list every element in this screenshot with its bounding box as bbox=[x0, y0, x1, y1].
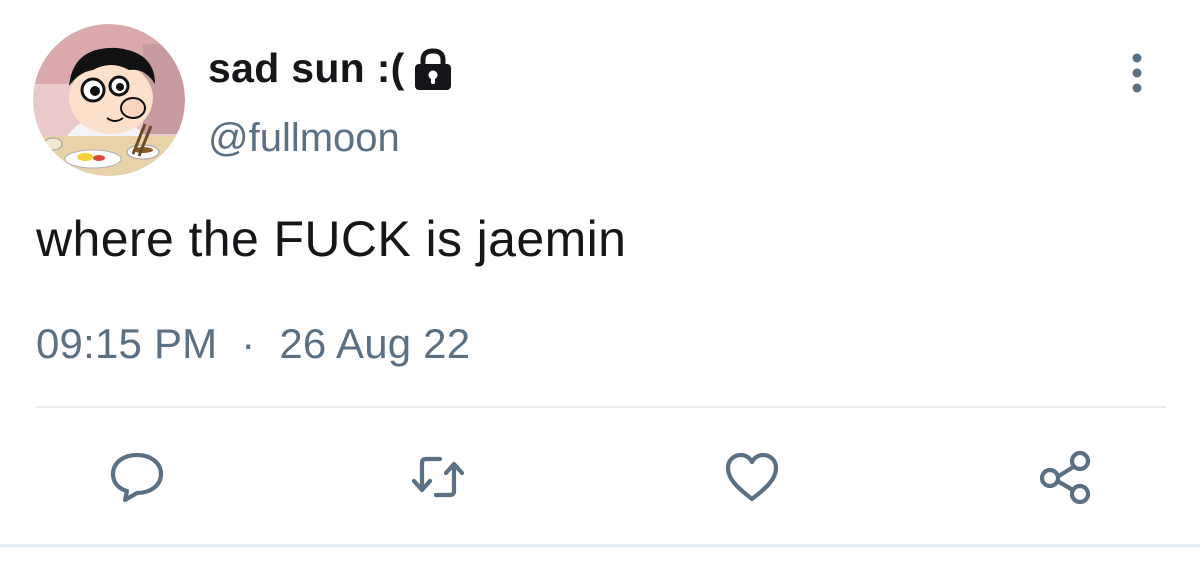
retweet-arrows-icon bbox=[408, 449, 468, 505]
avatar[interactable] bbox=[33, 24, 185, 176]
speech-bubble-icon bbox=[107, 449, 167, 505]
tweet-time: 09:15 PM bbox=[36, 320, 218, 367]
timestamp-separator: · bbox=[241, 320, 256, 367]
retweet-button[interactable] bbox=[408, 449, 468, 505]
tweet-date: 26 Aug 22 bbox=[279, 320, 471, 367]
tweet-card: sad sun :( @fullmoon where the FUCK is j… bbox=[0, 0, 1200, 565]
tweet-timestamp[interactable]: 09:15 PM · 26 Aug 22 bbox=[36, 320, 470, 368]
display-name[interactable]: sad sun :( bbox=[208, 45, 405, 92]
user-handle[interactable]: @fullmoon bbox=[208, 116, 400, 161]
vertical-ellipsis-icon[interactable] bbox=[1120, 48, 1154, 98]
share-button[interactable] bbox=[1036, 449, 1096, 505]
like-button[interactable] bbox=[722, 449, 782, 505]
display-name-row[interactable]: sad sun :( bbox=[208, 40, 455, 96]
lock-icon bbox=[411, 47, 455, 93]
heart-icon bbox=[722, 449, 782, 505]
share-nodes-icon bbox=[1036, 449, 1096, 505]
tweet-text: where the FUCK is jaemin bbox=[36, 211, 627, 267]
bottom-divider bbox=[0, 544, 1200, 547]
reply-button[interactable] bbox=[107, 449, 167, 505]
avatar-image bbox=[33, 24, 185, 176]
divider bbox=[36, 406, 1166, 408]
